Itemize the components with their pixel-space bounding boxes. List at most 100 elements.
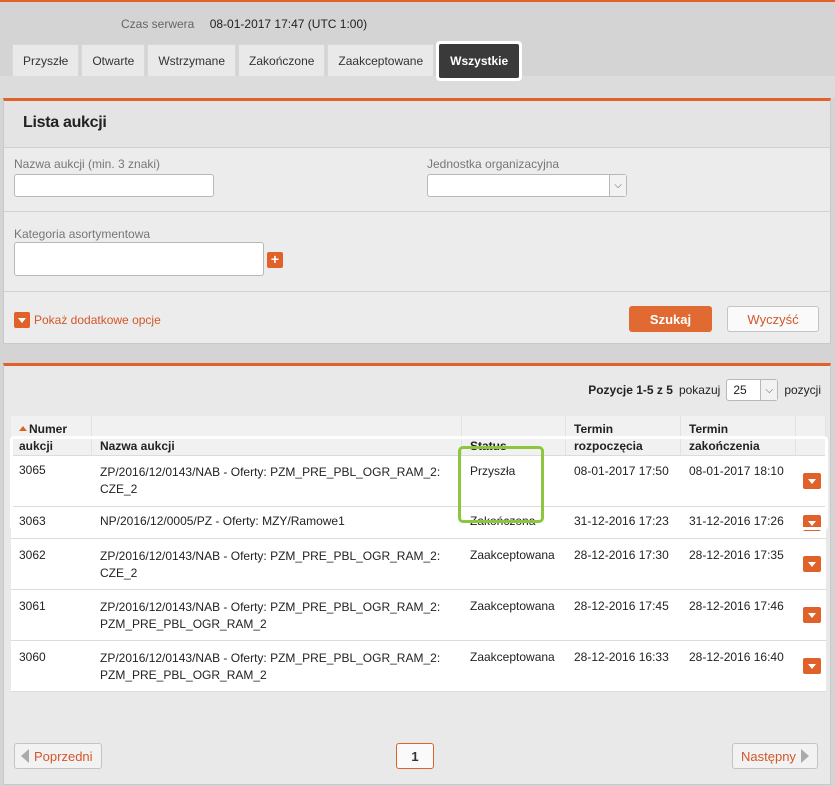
prev-label: Poprzedni xyxy=(34,748,93,764)
page-size-control: Pozycje 1-5 z 5 pokazuj 25 ⌵ pozycji xyxy=(588,379,821,401)
tab-otwarte[interactable]: Otwarte xyxy=(81,44,146,76)
auction-name-label: Nazwa aukcji (min. 3 znaki) xyxy=(14,157,161,171)
cell-name: ZP/2016/12/0143/NAB - Oferty: PZM_PRE_PB… xyxy=(100,465,441,496)
add-category-icon[interactable]: + xyxy=(267,252,283,268)
cell-id: 3060 xyxy=(19,650,46,664)
clear-button[interactable]: Wyczyść xyxy=(727,306,819,332)
table-row[interactable]: 3062 ZP/2016/12/0143/NAB - Oferty: PZM_P… xyxy=(11,539,826,590)
row-menu-icon[interactable] xyxy=(803,658,821,674)
category-input[interactable] xyxy=(14,242,264,276)
cell-end: 28-12-2016 17:46 xyxy=(689,599,784,613)
server-time-label: Czas serwera xyxy=(121,17,195,31)
header-text: Termin xyxy=(689,422,729,436)
tab-label: Wszystkie xyxy=(439,44,520,78)
column-header-start[interactable]: Termin rozpoczęcia xyxy=(566,416,681,455)
prev-page-button[interactable]: Poprzedni xyxy=(14,743,102,769)
tab-wstrzymane[interactable]: Wstrzymane xyxy=(147,44,237,76)
column-header-numer[interactable]: Numer aukcji xyxy=(11,416,92,455)
next-label: Następny xyxy=(741,748,796,764)
search-panel: Lista aukcji Nazwa aukcji (min. 3 znaki)… xyxy=(3,98,831,344)
page-size-select[interactable]: 25 ⌵ xyxy=(726,379,779,401)
top-accent-line xyxy=(0,0,835,2)
header-text: Termin xyxy=(574,422,614,436)
tab-label: Zaakceptowane xyxy=(338,53,424,68)
table-row[interactable]: 3060 ZP/2016/12/0143/NAB - Oferty: PZM_P… xyxy=(11,641,826,692)
search-button[interactable]: Szukaj xyxy=(629,306,712,332)
server-time: Czas serwera 08-01-2017 17:47 (UTC 1:00) xyxy=(121,17,367,31)
cell-start: 28-12-2016 17:30 xyxy=(574,548,669,562)
org-unit-label: Jednostka organizacyjna xyxy=(427,157,560,171)
cell-name: ZP/2016/12/0143/NAB - Oferty: PZM_PRE_PB… xyxy=(100,549,441,580)
tab-przyszle[interactable]: Przyszłe xyxy=(12,44,80,76)
category-label: Kategoria asortymentowa xyxy=(14,227,151,241)
cell-end: 08-01-2017 18:10 xyxy=(689,464,784,478)
cell-end: 28-12-2016 16:40 xyxy=(689,650,784,664)
row-menu-icon[interactable] xyxy=(803,473,821,489)
cell-status: Przyszła xyxy=(470,464,516,478)
page-title: Lista aukcji xyxy=(4,101,830,148)
next-page-button[interactable]: Następny xyxy=(732,743,818,769)
cell-start: 08-01-2017 17:50 xyxy=(574,464,669,478)
table-row[interactable]: 3061 ZP/2016/12/0143/NAB - Oferty: PZM_P… xyxy=(11,590,826,641)
chevron-down-icon: ⌵ xyxy=(760,380,778,400)
server-time-value: 08-01-2017 17:47 (UTC 1:00) xyxy=(209,17,368,31)
divider xyxy=(4,211,830,212)
cell-actions xyxy=(796,456,826,506)
chevron-left-icon xyxy=(21,749,29,763)
auction-name-input[interactable] xyxy=(14,174,214,197)
table-row[interactable]: 3065 ZP/2016/12/0143/NAB - Oferty: PZM_P… xyxy=(11,456,826,507)
chevron-right-icon xyxy=(800,749,809,763)
cell-name: NP/2016/12/0005/PZ - Oferty: MZY/Ramowe1 xyxy=(100,514,345,528)
tab-wszystkie[interactable]: Wszystkie xyxy=(436,41,523,81)
table-header: Numer aukcji Nazwa aukcji Status Termin … xyxy=(11,416,826,456)
row-menu-icon[interactable] xyxy=(803,556,821,572)
tab-label: Zakończone xyxy=(249,53,315,68)
cell-status: Zakończona xyxy=(470,514,536,528)
cell-start: 31-12-2016 17:23 xyxy=(574,514,669,528)
header-text: aukcji xyxy=(19,439,54,453)
cell-start: 28-12-2016 16:33 xyxy=(574,650,669,664)
more-options-toggle[interactable]: Pokaż dodatkowe opcje xyxy=(14,312,161,328)
cell-actions xyxy=(796,507,826,538)
row-menu-icon[interactable] xyxy=(803,607,821,623)
column-header-nazwa[interactable]: Nazwa aukcji xyxy=(92,416,462,455)
cell-status: Zaakceptowana xyxy=(470,548,555,562)
header-text: zakończenia xyxy=(689,439,760,453)
items-label: pozycji xyxy=(784,383,821,397)
cell-id: 3061 xyxy=(19,599,46,613)
column-header-actions xyxy=(796,416,826,455)
page-number[interactable]: 1 xyxy=(396,743,434,769)
cell-start: 28-12-2016 17:45 xyxy=(574,599,669,613)
cell-name: ZP/2016/12/0143/NAB - Oferty: PZM_PRE_PB… xyxy=(100,651,441,682)
header-text: Numer xyxy=(29,422,68,436)
row-menu-icon[interactable] xyxy=(803,515,821,531)
header-text: rozpoczęcia xyxy=(574,439,643,453)
sort-asc-icon xyxy=(19,426,27,431)
status-tabs: Przyszłe Otwarte Wstrzymane Zakończone Z… xyxy=(12,41,523,81)
cell-actions xyxy=(796,539,826,589)
show-label: pokazuj xyxy=(678,383,721,397)
tab-label: Przyszłe xyxy=(23,53,69,68)
results-panel: Pozycje 1-5 z 5 pokazuj 25 ⌵ pozycji Num… xyxy=(3,363,831,785)
cell-id: 3062 xyxy=(19,548,46,562)
org-unit-select[interactable]: ⌵ xyxy=(427,174,627,197)
cell-status: Zaakceptowana xyxy=(470,650,555,664)
cell-id: 3065 xyxy=(19,463,46,477)
tab-zaakceptowane[interactable]: Zaakceptowane xyxy=(327,44,435,76)
cell-id: 3063 xyxy=(19,514,46,528)
tab-label: Otwarte xyxy=(92,53,135,68)
column-header-end[interactable]: Termin zakończenia xyxy=(681,416,796,455)
tab-label: Wstrzymane xyxy=(158,53,226,68)
tab-zakonczone[interactable]: Zakończone xyxy=(238,44,326,76)
cell-actions xyxy=(796,590,826,640)
column-header-status[interactable]: Status xyxy=(462,416,566,455)
cell-end: 28-12-2016 17:35 xyxy=(689,548,784,562)
table-row[interactable]: 3063 NP/2016/12/0005/PZ - Oferty: MZY/Ra… xyxy=(11,507,826,539)
cell-status: Zaakceptowana xyxy=(470,599,555,613)
more-options-label: Pokaż dodatkowe opcje xyxy=(34,313,161,327)
page-size-value: 25 xyxy=(733,383,747,397)
divider xyxy=(4,291,830,292)
chevron-down-icon: ⌵ xyxy=(609,175,626,196)
cell-actions xyxy=(796,641,826,691)
expand-icon xyxy=(14,312,30,328)
